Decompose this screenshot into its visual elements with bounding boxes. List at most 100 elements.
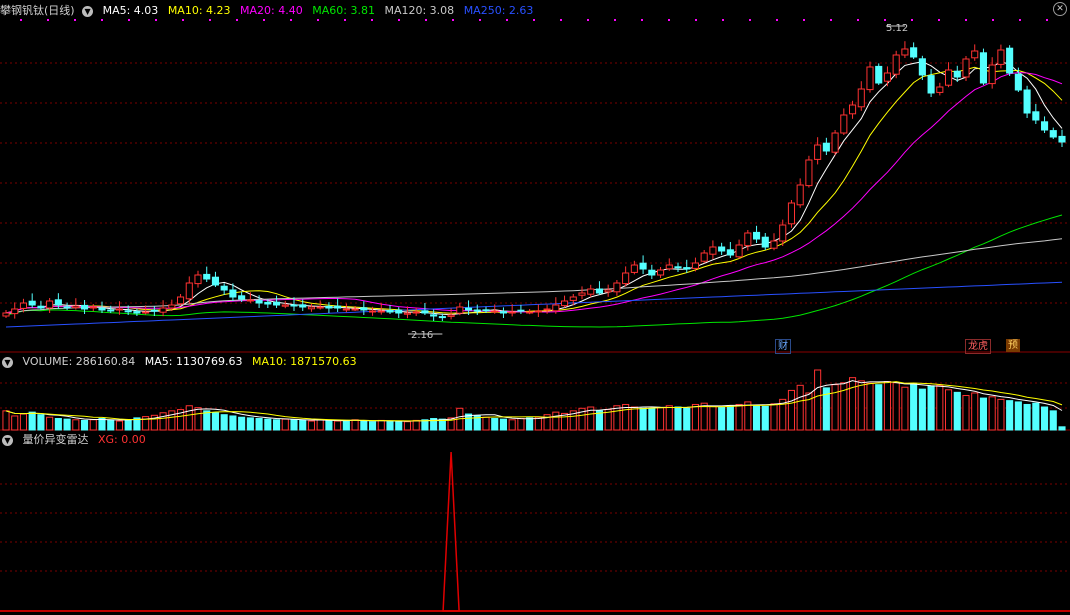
volume-label: VOLUME: 286160.84 — [22, 355, 136, 368]
candle-body — [517, 309, 525, 312]
radar-dropdown-icon[interactable]: ▼ — [2, 434, 13, 446]
candle-body — [639, 262, 647, 270]
volume-bar — [552, 411, 560, 431]
candle-body — [412, 311, 420, 314]
candle-body — [543, 308, 551, 311]
candle-body — [456, 306, 464, 314]
candle-body — [1049, 130, 1057, 138]
volume-bar — [979, 397, 988, 431]
volume-bar — [735, 403, 743, 431]
candle-body — [342, 308, 350, 311]
ma250-label: MA250: 2.63 — [463, 4, 534, 17]
volume-bar — [1006, 400, 1014, 431]
candle-body — [63, 306, 71, 309]
top-signal-dot — [668, 19, 670, 21]
candle-body — [107, 309, 115, 312]
candle-body — [281, 304, 289, 307]
volume-bar — [997, 398, 1005, 431]
candle-body — [72, 305, 80, 309]
candle-body — [80, 304, 89, 310]
stock-chart — [0, 19, 1070, 612]
volume-bar — [892, 382, 900, 431]
candle-body — [962, 58, 970, 78]
candle-body — [526, 311, 534, 314]
event-tag-dragon-tiger[interactable]: 龙虎 — [965, 339, 991, 354]
volume-bar — [901, 386, 909, 431]
volume-bar — [944, 389, 953, 431]
volume-bar — [988, 396, 996, 431]
candle-body — [403, 312, 412, 315]
candle-body — [866, 66, 874, 91]
top-signal-dot — [20, 19, 22, 21]
volume-dropdown-icon[interactable]: ▼ — [2, 356, 13, 368]
radar-panel-header: ▼ 量价异变雷达 XG: 0.00 — [0, 432, 152, 448]
candle-body — [840, 114, 848, 134]
volume-bar — [796, 384, 804, 431]
top-signal-dot — [128, 19, 130, 21]
volume-bar — [499, 418, 508, 431]
candle-body — [194, 274, 202, 285]
volume-bar — [1058, 426, 1066, 431]
dropdown-icon[interactable]: ▼ — [82, 5, 94, 17]
top-signal-dot — [290, 19, 292, 21]
volume-bar — [255, 418, 263, 431]
volume-bar — [159, 412, 167, 431]
volume-bar — [718, 406, 726, 431]
candle-body — [718, 246, 726, 252]
event-tag-forecast[interactable]: 预 — [1006, 339, 1020, 352]
volume-bar — [534, 416, 542, 431]
volume-bar — [1049, 410, 1057, 431]
volume-bar — [11, 415, 19, 431]
candle-body — [115, 308, 124, 311]
volume-bar — [46, 416, 54, 431]
candle-body — [656, 269, 665, 276]
volume-bar — [211, 412, 220, 431]
candle-body — [238, 295, 246, 300]
volume-bar — [246, 417, 254, 431]
candle-body — [595, 288, 604, 294]
top-signal-dot — [965, 19, 967, 21]
top-signal-dot — [398, 19, 400, 21]
candle-body — [918, 58, 926, 76]
candle-body — [395, 309, 403, 314]
high-price-label: 5.12 — [886, 23, 909, 34]
top-signal-dot — [830, 19, 832, 21]
volume-bar — [316, 419, 324, 431]
candle-body — [779, 224, 787, 242]
low-price-label: 2.16 — [411, 330, 434, 341]
volume-bar — [89, 419, 97, 431]
candle-body — [901, 48, 909, 56]
candle-body — [368, 310, 377, 313]
candle-body — [1006, 47, 1014, 74]
candle-body — [272, 301, 281, 306]
close-icon[interactable]: ✕ — [1053, 2, 1067, 16]
top-signal-dot — [1019, 19, 1021, 21]
volume-bar — [526, 417, 534, 431]
candle-body — [334, 305, 342, 309]
volume-bar — [37, 414, 45, 431]
candle-body — [761, 236, 769, 248]
candle-body — [910, 47, 918, 58]
candle-body — [892, 54, 900, 75]
top-signal-dot — [749, 19, 751, 21]
volume-bar — [1014, 401, 1022, 431]
top-signal-dot — [155, 19, 157, 21]
top-signal-dot — [344, 19, 346, 21]
ma20-label: MA20: 4.40 — [240, 4, 303, 17]
volume-bar — [124, 419, 132, 431]
ma5-line — [5, 61, 1063, 316]
volume-bar — [203, 410, 211, 431]
event-tag-financial[interactable]: 财 — [775, 339, 791, 354]
candle-body — [552, 304, 560, 312]
candle-body — [299, 304, 307, 308]
main-panel-header: 攀钢钒钛(日线) ▼ MA5: 4.03 MA10: 4.23 MA20: 4.… — [0, 3, 539, 19]
candle-body — [944, 69, 953, 86]
candle-body — [883, 72, 892, 82]
volume-bar — [72, 419, 80, 431]
candle-body — [1032, 111, 1040, 121]
candle-body — [464, 307, 473, 311]
volume-bar — [848, 377, 857, 431]
candle-body — [578, 292, 586, 296]
volume-bar — [107, 419, 115, 431]
volume-bar — [281, 418, 289, 431]
